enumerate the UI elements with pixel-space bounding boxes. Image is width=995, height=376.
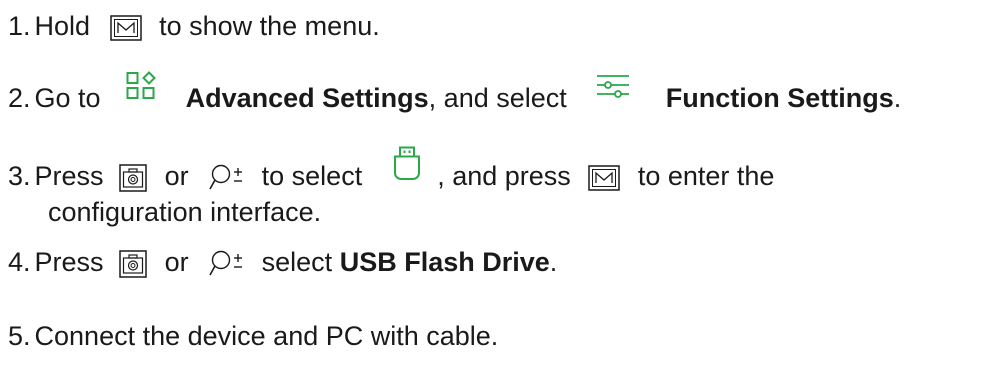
zoom-key-icon [208,163,244,193]
advanced-settings-grid-icon [126,70,157,101]
step-text: to enter the [637,161,775,191]
step-text: to show the menu. [159,11,380,41]
step-3: 3. Press or to select , and press to ent… [8,146,775,196]
step-text: select [261,247,333,277]
usb-flash-drive-label: USB Flash Drive [339,247,550,277]
step-text: , and select [428,83,567,113]
step-number: 3. [8,161,31,191]
step-text: Press [34,161,104,191]
step-4: 4. Press or select USB Flash Drive. [8,244,557,280]
step-number: 5. [8,321,31,351]
step-text: Press [34,247,104,277]
step-number: 4. [8,247,31,277]
step-5: 5. Connect the device and PC with cable. [8,318,498,354]
step-2: 2. Go to Advanced Settings, and select Fu… [8,70,902,116]
usb-icon [392,146,422,182]
step-text: , and press [437,161,571,191]
advanced-settings-label: Advanced Settings [185,83,429,113]
step-number: 1. [8,11,31,41]
function-settings-label: Function Settings [665,83,894,113]
step-text: . [893,83,902,113]
step-text: or [164,161,189,191]
step-3-continuation: configuration interface. [48,194,321,230]
step-text: Hold [34,11,91,41]
camera-key-icon [119,164,147,192]
step-text: . [549,247,558,277]
step-text: Go to [34,83,101,113]
step-text: Connect the device and PC with cable. [34,321,499,351]
step-text: or [164,247,189,277]
step-1: 1. Hold to show the menu. [8,8,380,44]
menu-m-key-icon [109,15,142,41]
function-settings-sliders-icon [596,72,630,100]
camera-key-icon [119,250,147,278]
zoom-key-icon [208,249,244,279]
step-text: to select [261,161,363,191]
step-number: 2. [8,83,31,113]
menu-m-key-icon [588,165,621,191]
step-text: configuration interface. [48,197,322,227]
